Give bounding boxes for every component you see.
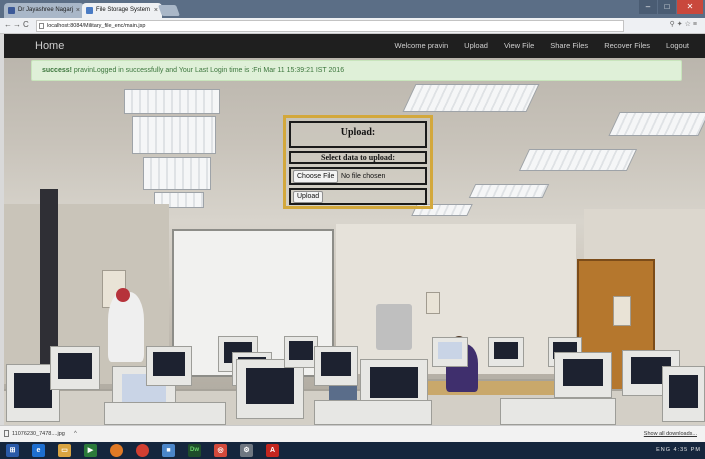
firefox-icon[interactable] — [110, 444, 123, 457]
taskbar: ⊞ e ▭ ▶ ■ Dw ◎ ⚙ A ENG 4:35 PM — [0, 442, 705, 459]
nav-view-file[interactable]: View File — [496, 34, 542, 58]
upload-title: Upload: — [289, 121, 427, 148]
forward-icon[interactable]: → — [13, 20, 21, 29]
file-status: No file chosen — [341, 173, 386, 180]
settings-icon[interactable]: ⚙ — [240, 444, 253, 457]
box-icon[interactable]: ■ — [162, 444, 175, 457]
back-icon[interactable]: ← — [4, 20, 12, 29]
show-all-downloads-link[interactable]: Show all downloads... — [644, 429, 697, 439]
tab-dr-jayashree[interactable]: Dr Jayashree Nagarj × — [4, 3, 84, 18]
download-item[interactable]: 11076230_7478....jpg — [4, 429, 65, 439]
person-head — [116, 288, 130, 302]
tab-label: File Storage System — [96, 7, 151, 13]
nav-logout[interactable]: Logout — [658, 34, 697, 58]
window-controls: – □ ✕ — [639, 0, 703, 14]
computer-monitor — [314, 346, 358, 386]
upload-button[interactable]: Upload — [293, 191, 324, 203]
ceiling-light — [143, 157, 211, 190]
dreamweaver-icon[interactable]: Dw — [188, 444, 201, 457]
ceiling-light — [402, 84, 540, 112]
address-bar: ← → C localhost:8084/Military_file_enc/m… — [0, 18, 705, 34]
desk — [404, 379, 564, 395]
system-tray[interactable]: ENG 4:35 PM — [656, 445, 701, 455]
nav-upload[interactable]: Upload — [456, 34, 496, 58]
monitor-back — [314, 400, 432, 425]
file-icon — [4, 430, 9, 438]
home-link[interactable]: Home — [35, 34, 64, 58]
page-content: Home Welcome pravin Upload View File Sha… — [4, 34, 705, 425]
media-icon[interactable]: ▶ — [84, 444, 97, 457]
alert-message: pravinLogged in successfully and Your La… — [71, 67, 345, 74]
ceiling-light — [518, 149, 638, 171]
upload-button-row: Upload — [289, 188, 427, 205]
ceiling-light — [468, 184, 550, 198]
nav-share-files[interactable]: Share Files — [542, 34, 596, 58]
file-explorer-icon[interactable]: ▭ — [58, 444, 71, 457]
browser-tab-bar: Dr Jayashree Nagarj × File Storage Syste… — [0, 0, 705, 18]
person — [108, 292, 144, 362]
alert-strong: success! — [42, 67, 72, 74]
computer-monitor — [50, 346, 100, 390]
page-icon — [86, 7, 93, 14]
facebook-icon — [8, 7, 15, 14]
screen: Dr Jayashree Nagarj × File Storage Syste… — [0, 0, 705, 459]
chevron-up-icon[interactable]: ^ — [74, 429, 77, 439]
url-field[interactable]: localhost:8084/Military_file_enc/main.js… — [36, 20, 624, 32]
minimize-icon[interactable]: – — [639, 0, 657, 14]
site-navbar: Home Welcome pravin Upload View File Sha… — [4, 34, 705, 58]
computer-monitor — [236, 359, 304, 419]
poster — [613, 296, 631, 326]
ceiling-light — [132, 116, 216, 154]
nav-links: Welcome pravin Upload View File Share Fi… — [387, 34, 697, 58]
computer-monitor — [488, 337, 524, 367]
select-data-label: Select data to upload: — [289, 151, 427, 164]
download-bar: 11076230_7478....jpg ^ Show all download… — [0, 425, 705, 442]
success-alert: success! pravinLogged in successfully an… — [31, 60, 682, 81]
computer-monitor — [284, 336, 318, 368]
monitor-back — [104, 402, 226, 425]
nav-welcome-user[interactable]: Welcome pravin — [387, 34, 457, 58]
clock: 4:35 PM — [673, 447, 701, 453]
maximize-icon[interactable]: □ — [658, 0, 676, 14]
page-icon — [39, 23, 44, 29]
poster — [426, 292, 440, 314]
choose-file-button[interactable]: Choose File — [293, 170, 339, 183]
language-indicator: ENG — [656, 447, 671, 453]
projector — [376, 304, 412, 350]
monitor-back — [500, 398, 616, 425]
chrome-icon[interactable] — [136, 444, 149, 457]
computer-monitor — [432, 337, 468, 367]
url-text: localhost:8084/Military_file_enc/main.js… — [47, 23, 146, 29]
tab-close-icon[interactable]: × — [76, 3, 80, 18]
computer-monitor — [662, 366, 705, 422]
internet-explorer-icon[interactable]: e — [32, 444, 45, 457]
computer-monitor — [554, 352, 612, 398]
extension-icons[interactable]: ⚲✦☆≡ — [670, 20, 699, 28]
nav-recover-files[interactable]: Recover Files — [596, 34, 658, 58]
new-tab-button[interactable] — [157, 5, 181, 16]
upload-form: Upload: Select data to upload: Choose Fi… — [283, 115, 433, 209]
acrobat-icon[interactable]: A — [266, 444, 279, 457]
reload-icon[interactable]: C — [23, 20, 29, 29]
ceiling-light — [124, 89, 220, 114]
close-icon[interactable]: ✕ — [677, 0, 703, 14]
tab-label: Dr Jayashree Nagarj — [18, 7, 74, 13]
file-input-row: Choose File No file chosen — [289, 167, 427, 185]
tab-file-storage-system[interactable]: File Storage System × — [82, 3, 162, 18]
ceiling-light — [608, 112, 705, 136]
computer-monitor — [146, 346, 192, 386]
windows-start-icon[interactable]: ⊞ — [6, 444, 19, 457]
download-item-label: 11076230_7478....jpg — [12, 431, 65, 437]
app-icon[interactable]: ◎ — [214, 444, 227, 457]
